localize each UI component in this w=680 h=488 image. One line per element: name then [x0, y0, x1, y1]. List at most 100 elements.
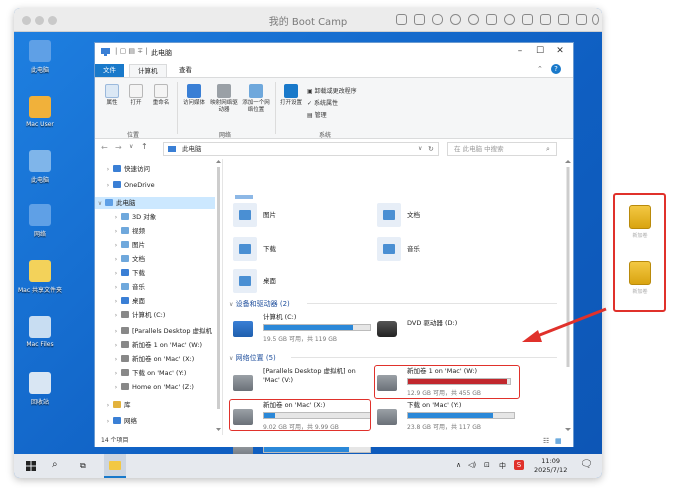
- nav-item[interactable]: › 3D 对象: [95, 211, 215, 223]
- maximize-button[interactable]: ☐: [533, 46, 547, 56]
- details-view-icon[interactable]: ☷: [543, 435, 549, 447]
- content-scrollbar[interactable]: [564, 159, 572, 435]
- tab-computer[interactable]: 计算机: [129, 64, 167, 77]
- vm-play-icon[interactable]: [576, 14, 587, 25]
- vm-share-icon[interactable]: [522, 14, 533, 25]
- desktop-icon[interactable]: 此电脑: [14, 150, 68, 184]
- expand-chevron-icon[interactable]: ›: [111, 354, 121, 366]
- drive-dvd[interactable]: DVD 驱动器 (D:): [377, 313, 517, 353]
- vm-keyboard-icon[interactable]: [396, 14, 407, 25]
- nav-item[interactable]: › 快速访问: [95, 163, 215, 175]
- open-button[interactable]: 打开: [125, 84, 147, 107]
- address-field[interactable]: 此电脑 ∨ ↻: [163, 142, 439, 156]
- back-arrow-icon[interactable]: ←: [101, 143, 108, 152]
- minimize-button[interactable]: –: [513, 46, 527, 56]
- help-icon[interactable]: ?: [551, 64, 561, 74]
- folder-pictures[interactable]: 图片: [233, 203, 373, 229]
- folder-documents[interactable]: 文档: [377, 203, 517, 229]
- address-dropdown-icon[interactable]: ∨: [418, 143, 422, 155]
- expand-chevron-icon[interactable]: ›: [111, 254, 121, 266]
- folder-desktop[interactable]: 桌面: [233, 269, 373, 295]
- vm-network-icon[interactable]: [468, 14, 479, 25]
- rename-button[interactable]: 重命名: [149, 84, 173, 107]
- volume-icon[interactable]: ◁): [468, 461, 476, 469]
- folder-downloads[interactable]: 下载: [233, 237, 373, 263]
- nav-item[interactable]: › 新加卷 1 on 'Mac' (W:): [95, 339, 215, 351]
- nav-item[interactable]: › 文档: [95, 253, 215, 265]
- add-network-location-button[interactable]: 添加一个网络位置: [241, 84, 271, 114]
- nav-item[interactable]: › 库: [95, 399, 215, 411]
- desktop-icon[interactable]: Mac Files: [14, 316, 68, 348]
- nav-item[interactable]: › 视频: [95, 225, 215, 237]
- vm-user-icon[interactable]: [504, 14, 515, 25]
- expand-chevron-icon[interactable]: ›: [111, 226, 121, 238]
- clock[interactable]: 11:09 2025/7/12: [534, 457, 567, 475]
- forward-arrow-icon[interactable]: →: [115, 143, 122, 152]
- expand-chevron-icon[interactable]: ›: [103, 180, 113, 192]
- folder-music[interactable]: 音乐: [377, 237, 517, 263]
- windows-start-icon[interactable]: [26, 461, 36, 471]
- expand-chevron-icon[interactable]: ›: [111, 340, 121, 352]
- close-button[interactable]: ✕: [553, 46, 567, 56]
- desktop-icon[interactable]: 回收站: [14, 372, 68, 406]
- expand-chevron-icon[interactable]: ›: [103, 416, 113, 428]
- vm-usb-icon[interactable]: [432, 14, 443, 25]
- ime-indicator[interactable]: 中: [499, 461, 506, 471]
- desktop-icon[interactable]: 网络: [14, 204, 68, 238]
- vm-fullscreen-icon[interactable]: [558, 14, 569, 25]
- recent-chevron-icon[interactable]: ∨: [129, 143, 133, 150]
- nav-item[interactable]: › 新加卷 on 'Mac' (X:): [95, 353, 215, 365]
- vm-devices-icon[interactable]: [414, 14, 425, 25]
- section-network[interactable]: ∨ 网络位置 (5): [229, 353, 559, 363]
- drive-c[interactable]: 计算机 (C:) 19.5 GB 可用，共 119 GB: [233, 313, 373, 353]
- tab-file[interactable]: 文件: [95, 64, 124, 77]
- section-devices[interactable]: ∨ 设备和驱动器 (2): [229, 299, 559, 309]
- explorer-taskbar-button[interactable]: [104, 454, 126, 478]
- nav-item[interactable]: ∨ 此电脑: [95, 197, 215, 209]
- network-tray-icon[interactable]: ⊡: [484, 461, 490, 469]
- desktop-icon[interactable]: 此电脑: [14, 40, 68, 74]
- expand-chevron-icon[interactable]: ›: [111, 296, 121, 308]
- uninstall-program-button[interactable]: ▣ 卸载或更改程序: [307, 86, 357, 95]
- nav-item[interactable]: › Home on 'Mac' (Z:): [95, 381, 215, 393]
- nav-scrollbar[interactable]: [215, 159, 222, 435]
- nav-item[interactable]: › 计算机 (C:): [95, 309, 215, 321]
- nav-item[interactable]: › 下载 on 'Mac' (Y:): [95, 367, 215, 379]
- up-arrow-icon[interactable]: ↑: [141, 142, 148, 151]
- expand-chevron-icon[interactable]: ∨: [95, 198, 105, 210]
- nav-item[interactable]: › 图片: [95, 239, 215, 251]
- vm-gear-icon[interactable]: [592, 14, 599, 25]
- external-drive-2[interactable]: 新加卷: [628, 261, 652, 295]
- nav-item[interactable]: › 网络: [95, 415, 215, 427]
- manage-button[interactable]: ▤ 管理: [307, 110, 327, 119]
- tab-view[interactable]: 查看: [171, 64, 200, 77]
- nav-item[interactable]: › 音乐: [95, 281, 215, 293]
- expand-chevron-icon[interactable]: ›: [111, 268, 121, 280]
- expand-chevron-icon[interactable]: ›: [111, 212, 121, 224]
- external-drive-1[interactable]: 新加卷: [628, 205, 652, 239]
- expand-chevron-icon[interactable]: ›: [111, 282, 121, 294]
- refresh-icon[interactable]: ↻: [428, 143, 434, 155]
- search-taskbar-icon[interactable]: ⌕: [52, 459, 58, 470]
- map-drive-button[interactable]: 映射网络驱动器: [209, 84, 239, 114]
- task-view-icon[interactable]: ⧉: [80, 461, 86, 471]
- nav-item[interactable]: › [Parallels Desktop 虚拟机: [95, 325, 215, 337]
- expand-chevron-icon[interactable]: ›: [111, 240, 121, 252]
- tiles-view-icon[interactable]: ▦: [555, 435, 562, 447]
- nav-item[interactable]: › 桌面: [95, 295, 215, 307]
- quick-access-toolbar[interactable]: | ▢ ▤ ∓ |: [115, 47, 148, 55]
- nav-item[interactable]: › 下载: [95, 267, 215, 279]
- properties-button[interactable]: 属性: [101, 84, 123, 107]
- access-media-button[interactable]: 访问媒体: [181, 84, 207, 107]
- desktop-icon[interactable]: Mac 共享文件夹: [14, 260, 68, 294]
- sogou-ime-icon[interactable]: S: [514, 460, 524, 470]
- desktop-icon[interactable]: Mac User: [14, 96, 68, 128]
- expand-chevron-icon[interactable]: ›: [111, 310, 121, 322]
- expand-chevron-icon[interactable]: ›: [111, 368, 121, 380]
- expand-chevron-icon[interactable]: ›: [103, 164, 113, 176]
- notification-icon[interactable]: 🗨: [580, 459, 593, 470]
- system-properties-button[interactable]: ✓ 系统属性: [307, 98, 338, 107]
- vm-camera-icon[interactable]: [540, 14, 551, 25]
- expand-chevron-icon[interactable]: ›: [111, 382, 121, 394]
- expand-chevron-icon[interactable]: ›: [111, 326, 121, 338]
